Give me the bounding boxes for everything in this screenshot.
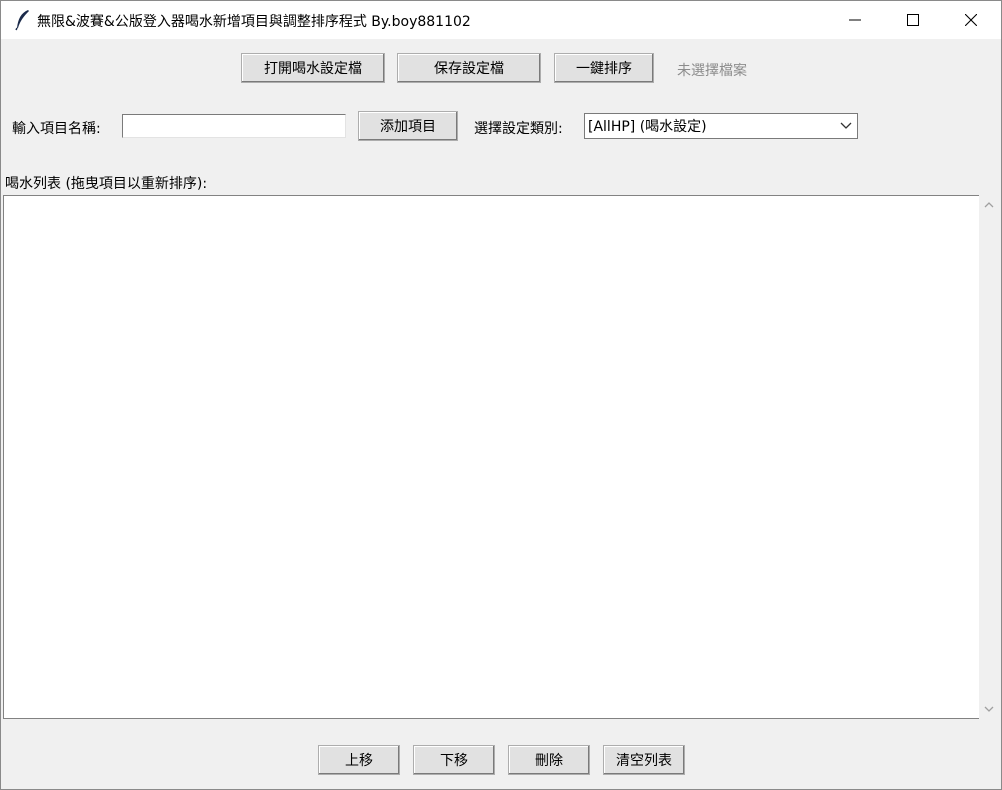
window-title: 無限&波賽&公版登入器喝水新增項目與調整排序程式 By.boy881102	[37, 14, 471, 30]
maximize-icon	[907, 14, 919, 26]
minimize-icon	[849, 19, 861, 21]
category-select[interactable]: [AllHP] (喝水設定)	[584, 113, 858, 139]
one-click-sort-button[interactable]: 一鍵排序	[554, 53, 654, 83]
move-up-button[interactable]: 上移	[318, 745, 400, 775]
feather-icon	[15, 10, 29, 31]
list-scrollbar[interactable]	[979, 195, 999, 719]
item-name-input[interactable]	[122, 114, 346, 138]
scroll-down-button[interactable]	[979, 699, 999, 719]
category-label: 選擇設定類別:	[474, 121, 563, 137]
maximize-button[interactable]	[884, 1, 942, 39]
delete-button[interactable]: 刪除	[508, 745, 590, 775]
chevron-down-icon	[840, 122, 852, 129]
app-window: 無限&波賽&公版登入器喝水新增項目與調整排序程式 By.boy881102 打開…	[0, 0, 1002, 790]
drink-listbox[interactable]	[3, 195, 979, 719]
chevron-up-icon	[984, 202, 994, 208]
scroll-up-button[interactable]	[979, 195, 999, 215]
open-config-button[interactable]: 打開喝水設定檔	[241, 53, 385, 83]
move-down-button[interactable]: 下移	[413, 745, 495, 775]
title-bar[interactable]: 無限&波賽&公版登入器喝水新增項目與調整排序程式 By.boy881102	[1, 1, 1001, 39]
close-button[interactable]	[942, 1, 1000, 39]
minimize-button[interactable]	[826, 1, 884, 39]
save-config-button[interactable]: 保存設定檔	[397, 53, 541, 83]
item-name-label: 輸入項目名稱:	[12, 121, 101, 137]
add-item-button[interactable]: 添加項目	[358, 111, 458, 141]
list-header: 喝水列表 (拖曳項目以重新排序):	[5, 176, 208, 192]
file-status: 未選擇檔案	[677, 63, 747, 79]
close-icon	[965, 14, 977, 26]
category-selected-value: [AllHP] (喝水設定)	[588, 119, 707, 135]
clear-list-button[interactable]: 清空列表	[603, 745, 685, 775]
chevron-down-icon	[984, 706, 994, 712]
